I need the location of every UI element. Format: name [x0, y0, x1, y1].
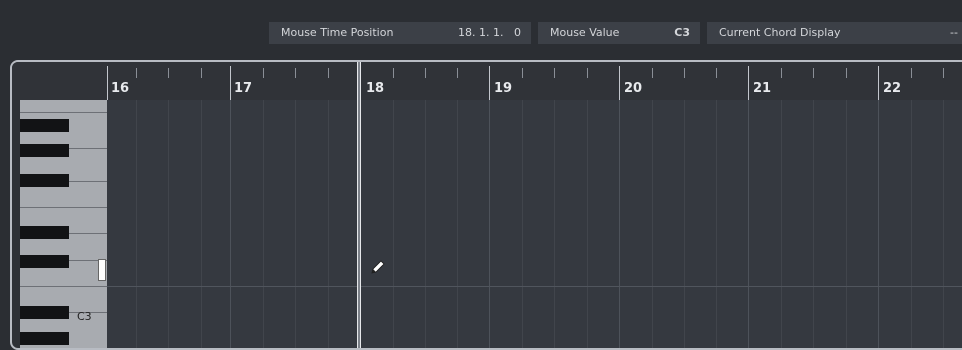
white-key-separator — [20, 112, 107, 113]
grid-beat-line — [813, 100, 814, 348]
ruler-beat-tick — [943, 68, 944, 78]
black-key[interactable] — [20, 332, 69, 345]
grid-bar-line — [878, 100, 879, 348]
ruler-bar-21: 21 — [753, 81, 772, 96]
c3-key-marker — [98, 259, 106, 281]
grid-bar-line — [619, 100, 620, 348]
ruler-beat-tick — [295, 68, 296, 78]
piano-keyboard[interactable]: C3 — [20, 100, 107, 348]
grid-beat-line — [716, 100, 717, 348]
ruler-beat-tick — [587, 68, 588, 78]
ruler-beat-tick — [813, 68, 814, 78]
project-cursor[interactable] — [357, 62, 361, 348]
mouse-time-position-label: Mouse Time Position — [281, 26, 394, 39]
grid-beat-line — [652, 100, 653, 348]
grid-beat-line — [554, 100, 555, 348]
mouse-value-value: C3 — [674, 26, 690, 39]
ruler-beat-tick — [652, 68, 653, 78]
grid-beat-line — [684, 100, 685, 348]
current-chord-display-label: Current Chord Display — [719, 26, 841, 39]
ruler-beat-tick — [846, 68, 847, 78]
ruler-beat-tick — [201, 68, 202, 78]
grid-beat-line — [522, 100, 523, 348]
grid-beat-line — [201, 100, 202, 348]
grid-beat-line — [911, 100, 912, 348]
ruler-bar-20: 20 — [624, 81, 643, 96]
grid-beat-line — [943, 100, 944, 348]
grid-beat-line — [263, 100, 264, 348]
ruler-bar-19: 19 — [494, 81, 513, 96]
mouse-value-field[interactable]: Mouse Value C3 — [538, 22, 700, 44]
black-key[interactable] — [20, 119, 69, 132]
mouse-time-position-field[interactable]: Mouse Time Position 18. 1. 1. 0 — [269, 22, 531, 44]
black-key[interactable] — [20, 226, 69, 239]
ruler-bar-18: 18 — [366, 81, 385, 96]
ruler-bar-17: 17 — [234, 81, 253, 96]
ruler-beat-tick — [781, 68, 782, 78]
grid-beat-line — [328, 100, 329, 348]
ruler-beat-tick — [393, 68, 394, 78]
ruler-beat-tick — [554, 68, 555, 78]
c3-key-label: C3 — [77, 310, 92, 323]
grid-beat-line — [846, 100, 847, 348]
grid-beat-line — [168, 100, 169, 348]
note-grid[interactable] — [107, 100, 962, 348]
grid-beat-line — [587, 100, 588, 348]
black-key[interactable] — [20, 255, 69, 268]
mouse-value-label: Mouse Value — [550, 26, 620, 39]
black-key[interactable] — [20, 144, 69, 157]
current-chord-display-value: -- — [950, 26, 958, 39]
ruler-beat-tick — [684, 68, 685, 78]
grid-beat-line — [457, 100, 458, 348]
ruler-bar-tick — [619, 66, 620, 100]
grid-beat-line — [393, 100, 394, 348]
ruler-beat-tick — [425, 68, 426, 78]
ruler-beat-tick — [328, 68, 329, 78]
ruler-beat-tick — [522, 68, 523, 78]
ruler-bar-22: 22 — [883, 81, 902, 96]
key-editor: 16 17 18 19 20 21 22 C3 — [10, 60, 962, 350]
ruler-beat-tick — [263, 68, 264, 78]
c3-row-line — [107, 286, 962, 287]
white-key-separator — [20, 286, 107, 287]
grid-bar-line — [489, 100, 490, 348]
grid-beat-line — [425, 100, 426, 348]
ruler-bar-16: 16 — [111, 81, 130, 96]
ruler-bar-tick — [230, 66, 231, 100]
pencil-icon — [371, 260, 385, 274]
black-key[interactable] — [20, 174, 69, 187]
grid-beat-line — [136, 100, 137, 348]
white-key-separator — [20, 207, 107, 208]
grid-bar-line — [748, 100, 749, 348]
ruler-bar-tick — [489, 66, 490, 100]
ruler-beat-tick — [716, 68, 717, 78]
ruler-beat-tick — [168, 68, 169, 78]
ruler[interactable]: 16 17 18 19 20 21 22 — [12, 62, 962, 100]
grid-beat-line — [781, 100, 782, 348]
ruler-bar-tick — [748, 66, 749, 100]
ruler-beat-tick — [911, 68, 912, 78]
ruler-bar-tick — [878, 66, 879, 100]
black-key[interactable] — [20, 306, 69, 319]
ruler-beat-tick — [457, 68, 458, 78]
ruler-beat-tick — [136, 68, 137, 78]
mouse-time-position-value: 18. 1. 1. 0 — [458, 26, 521, 39]
grid-beat-line — [295, 100, 296, 348]
ruler-bar-tick — [107, 66, 108, 100]
info-bar: Mouse Time Position 18. 1. 1. 0 Mouse Va… — [0, 0, 962, 58]
current-chord-display-field[interactable]: Current Chord Display -- — [707, 22, 962, 44]
grid-bar-line — [230, 100, 231, 348]
